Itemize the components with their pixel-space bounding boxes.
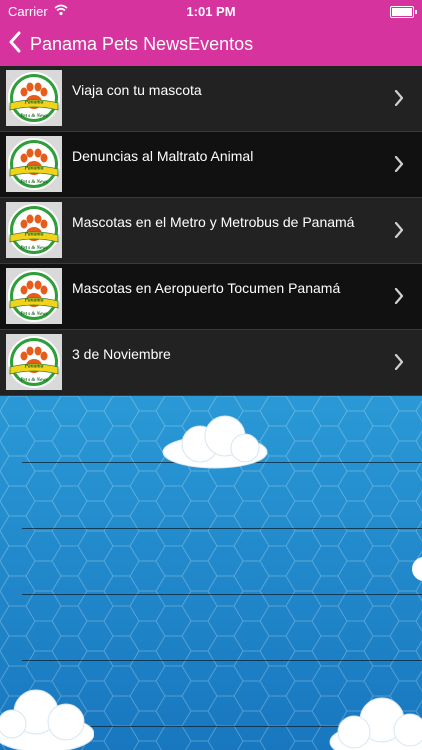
list-item-label: Denuncias al Maltrato Animal: [72, 148, 254, 164]
cloud-icon: [0, 689, 94, 750]
list-item[interactable]: Panama Pet s & News 3 de Noviembre: [0, 330, 422, 396]
status-bar: Carrier 1:01 PM: [0, 0, 422, 22]
divider-line: [22, 660, 422, 661]
paw-logo-image: Panama Pet s & News: [6, 70, 62, 126]
list-item[interactable]: Panama Pet s & News Mascotas en Aeropuer…: [0, 264, 422, 330]
sky-background: [0, 396, 422, 750]
cloud-icon: [412, 557, 422, 581]
navigation-bar: Panama Pets NewsEventos: [0, 22, 422, 66]
svg-text:Pet s & News: Pet s & News: [20, 180, 47, 185]
list-item-label: 3 de Noviembre: [72, 346, 171, 362]
list-item-label: Viaja con tu mascota: [72, 82, 202, 98]
divider-line: [22, 594, 422, 595]
paw-logo-image: Panama Pet s & News: [6, 268, 62, 324]
chevron-right-icon: [394, 156, 404, 172]
page-title: Panama Pets NewsEventos: [30, 34, 254, 54]
svg-text:Pet s & News: Pet s & News: [20, 378, 47, 383]
list-item[interactable]: Panama Pet s & News Mascotas en el Metro…: [0, 198, 422, 264]
battery-icon: [390, 6, 417, 18]
divider-line: [22, 528, 422, 529]
svg-text:Pet s & News: Pet s & News: [20, 312, 47, 317]
event-list: Panama Pet s & News Viaja con tu mascota…: [0, 66, 422, 396]
chevron-left-icon: [8, 31, 22, 58]
chevron-right-icon: [394, 288, 404, 304]
list-item-label: Mascotas en Aeropuerto Tocumen Panamá: [72, 280, 341, 296]
cloud-icon: [329, 697, 422, 750]
list-item[interactable]: Panama Pet s & News Viaja con tu mascota: [0, 66, 422, 132]
chevron-right-icon: [394, 90, 404, 106]
chevron-right-icon: [394, 354, 404, 370]
paw-logo-image: Panama Pet s & News: [6, 202, 62, 258]
back-button[interactable]: Panama Pets NewsEventos: [8, 30, 253, 58]
svg-text:Pet s & News: Pet s & News: [20, 246, 47, 251]
svg-text:Panama: Panama: [25, 100, 44, 106]
paw-logo-image: Panama Pet s & News: [6, 334, 62, 390]
svg-text:Panama: Panama: [25, 166, 44, 172]
paw-logo-image: Panama Pet s & News: [6, 136, 62, 192]
svg-text:Panama: Panama: [25, 298, 44, 304]
svg-text:Panama: Panama: [25, 364, 44, 370]
list-item-label: Mascotas en el Metro y Metrobus de Panam…: [72, 214, 355, 230]
status-time: 1:01 PM: [186, 4, 236, 19]
list-item[interactable]: Panama Pet s & News Denuncias al Maltrat…: [0, 132, 422, 198]
svg-text:Panama: Panama: [25, 232, 44, 238]
svg-text:Pet s & News: Pet s & News: [20, 114, 47, 119]
chevron-right-icon: [394, 222, 404, 238]
cloud-icon: [162, 415, 268, 469]
